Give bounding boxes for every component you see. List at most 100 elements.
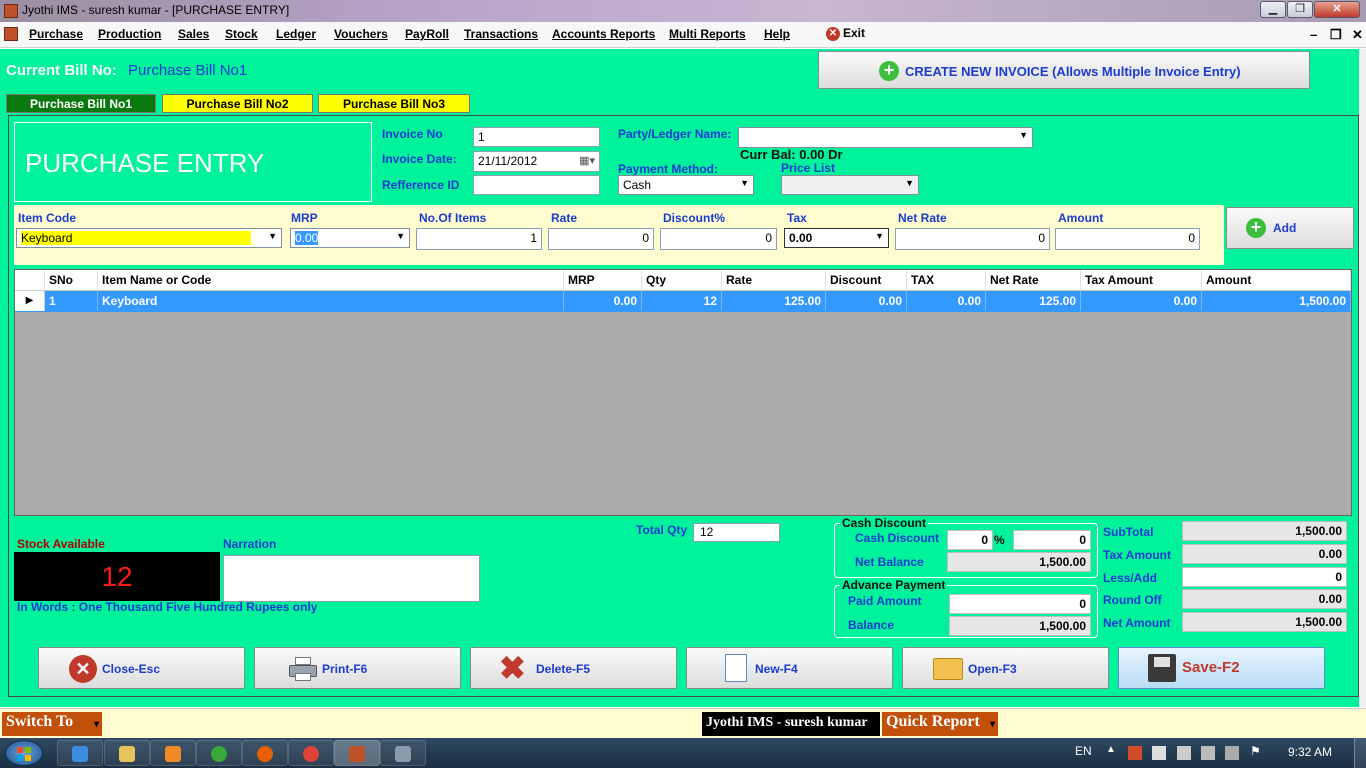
reference-id-input[interactable]	[473, 175, 600, 195]
stock-available-value: 12	[14, 552, 220, 601]
price-list-select[interactable]: ▼	[781, 175, 919, 195]
menu-vouchers[interactable]: Vouchers	[334, 27, 388, 41]
network-icon[interactable]	[1201, 746, 1215, 760]
menu-help[interactable]: Help	[764, 27, 790, 41]
grid-header: SNo Item Name or Code MRP Qty Rate Disco…	[15, 270, 1351, 291]
new-button-label: New-F4	[755, 662, 798, 676]
taskbar-ie[interactable]	[57, 740, 103, 766]
col-header-sno[interactable]: SNo	[45, 270, 98, 290]
mdi-close-button[interactable]: ✕	[1352, 27, 1363, 43]
create-new-invoice-button[interactable]: + CREATE NEW INVOICE (Allows Multiple In…	[818, 51, 1310, 89]
tax-select[interactable]: 0.00 ▼	[784, 228, 889, 248]
current-bill-label: Current Bill No:	[6, 62, 117, 79]
menu-sales[interactable]: Sales	[178, 27, 209, 41]
window-title: Jyothi IMS - suresh kumar - [PURCHASE EN…	[22, 3, 290, 17]
open-button[interactable]: Open-F3	[902, 647, 1109, 689]
col-header-mrp[interactable]: MRP	[564, 270, 642, 290]
discount-input[interactable]: 0	[660, 228, 777, 250]
item-code-select[interactable]: Keyboard ▼	[16, 228, 282, 248]
cell-qty: 12	[642, 291, 722, 311]
row-selector-icon[interactable]: ▶	[15, 291, 45, 311]
col-header-qty[interactable]: Qty	[642, 270, 722, 290]
tab-purchase-bill-3[interactable]: Purchase Bill No3	[318, 94, 470, 113]
calendar-icon[interactable]: ▦▾	[579, 154, 595, 167]
menu-stock[interactable]: Stock	[225, 27, 258, 41]
switch-to-button[interactable]: Switch To ▾	[2, 712, 102, 736]
mdi-restore-button[interactable]: ❐	[1330, 27, 1342, 43]
payment-method-select[interactable]: Cash ▼	[618, 175, 754, 195]
minimize-button[interactable]: ▁	[1260, 1, 1286, 18]
tray-icon-2[interactable]	[1152, 746, 1166, 760]
print-button-label: Print-F6	[322, 662, 368, 676]
net-rate-input[interactable]: 0	[895, 228, 1050, 250]
menu-ledger[interactable]: Ledger	[276, 27, 316, 41]
language-indicator[interactable]: EN	[1075, 744, 1092, 758]
item-code-label: Item Code	[18, 211, 77, 225]
exit-icon: ✕	[826, 26, 840, 41]
paid-amount-input[interactable]: 0	[949, 594, 1091, 614]
table-row[interactable]: ▶ 1 Keyboard 0.00 12 125.00 0.00 0.00 12…	[15, 291, 1351, 312]
print-button[interactable]: Print-F6	[254, 647, 461, 689]
advance-payment-group-title: Advance Payment	[840, 578, 948, 592]
create-new-invoice-label: CREATE NEW INVOICE (Allows Multiple Invo…	[905, 64, 1241, 79]
menu-exit[interactable]: ✕ Exit	[826, 26, 865, 41]
less-add-label: Less/Add	[1103, 571, 1158, 585]
menu-transactions[interactable]: Transactions	[464, 27, 538, 41]
tray-icon-3[interactable]	[1177, 746, 1191, 760]
tray-icon-1[interactable]	[1128, 746, 1142, 760]
menu-multi-reports[interactable]: Multi Reports	[669, 27, 746, 41]
show-desktop-button[interactable]	[1354, 738, 1366, 768]
volume-icon[interactable]	[1225, 746, 1239, 760]
mrp-select[interactable]: 0.00 ▼	[290, 228, 410, 248]
start-button[interactable]	[5, 740, 43, 766]
close-button[interactable]: ✕ Close-Esc	[38, 647, 245, 689]
mdi-minimize-button[interactable]: –	[1310, 27, 1317, 42]
no-of-items-input[interactable]: 1	[416, 228, 542, 250]
col-header-tax-amount[interactable]: Tax Amount	[1081, 270, 1202, 290]
col-header-tax[interactable]: TAX	[907, 270, 986, 290]
col-header-item[interactable]: Item Name or Code	[98, 270, 564, 290]
cash-discount-percent-input[interactable]: 0	[947, 530, 993, 550]
less-add-input[interactable]: 0	[1182, 567, 1347, 587]
clock[interactable]: 9:32 AM	[1288, 745, 1332, 759]
party-ledger-select[interactable]: ▼	[738, 127, 1033, 148]
menu-production[interactable]: Production	[98, 27, 161, 41]
action-center-flag-icon[interactable]: ⚑	[1250, 744, 1261, 758]
taskbar-app[interactable]	[380, 740, 426, 766]
taskbar-firefox[interactable]	[242, 740, 288, 766]
taskbar-jyothi-ims[interactable]	[334, 740, 380, 766]
col-header-net-rate[interactable]: Net Rate	[986, 270, 1081, 290]
maximize-button[interactable]: ❐	[1287, 1, 1313, 18]
menu-purchase[interactable]: Purchase	[29, 27, 83, 41]
close-window-button[interactable]: ✕	[1314, 1, 1360, 18]
menu-payroll[interactable]: PayRoll	[405, 27, 449, 41]
paid-amount-label: Paid Amount	[848, 594, 922, 608]
cash-discount-group-title: Cash Discount	[840, 516, 929, 530]
invoice-no-input[interactable]: 1	[473, 127, 600, 147]
menu-bar: Purchase Production Sales Stock Ledger V…	[0, 22, 1366, 48]
save-button[interactable]: Save-F2	[1118, 647, 1325, 689]
menu-accounts-reports[interactable]: Accounts Reports	[552, 27, 655, 41]
tab-purchase-bill-1[interactable]: Purchase Bill No1	[6, 94, 156, 113]
rate-input[interactable]: 0	[548, 228, 654, 250]
show-hidden-icons[interactable]: ▲	[1106, 744, 1116, 755]
total-qty-value: 12	[693, 523, 780, 542]
amount-input[interactable]: 0	[1055, 228, 1200, 250]
payment-method-label: Payment Method:	[618, 162, 719, 176]
taskbar-utorrent[interactable]	[196, 740, 242, 766]
new-button[interactable]: New-F4	[686, 647, 893, 689]
quick-report-button[interactable]: Quick Report ▾	[882, 712, 998, 736]
col-header-amount[interactable]: Amount	[1202, 270, 1351, 290]
taskbar-explorer[interactable]	[104, 740, 150, 766]
col-header-discount[interactable]: Discount	[826, 270, 907, 290]
net-balance-label: Net Balance	[855, 555, 924, 569]
delete-button[interactable]: ✖ Delete-F5	[470, 647, 677, 689]
tab-purchase-bill-2[interactable]: Purchase Bill No2	[162, 94, 313, 113]
taskbar-chrome[interactable]	[288, 740, 334, 766]
col-header-rate[interactable]: Rate	[722, 270, 826, 290]
narration-input[interactable]	[223, 555, 480, 602]
taskbar-media-player[interactable]	[150, 740, 196, 766]
add-item-button[interactable]: + Add	[1226, 207, 1354, 249]
cash-discount-amount-input[interactable]: 0	[1013, 530, 1091, 550]
invoice-date-picker[interactable]: 21/11/2012 ▦▾	[473, 151, 600, 172]
